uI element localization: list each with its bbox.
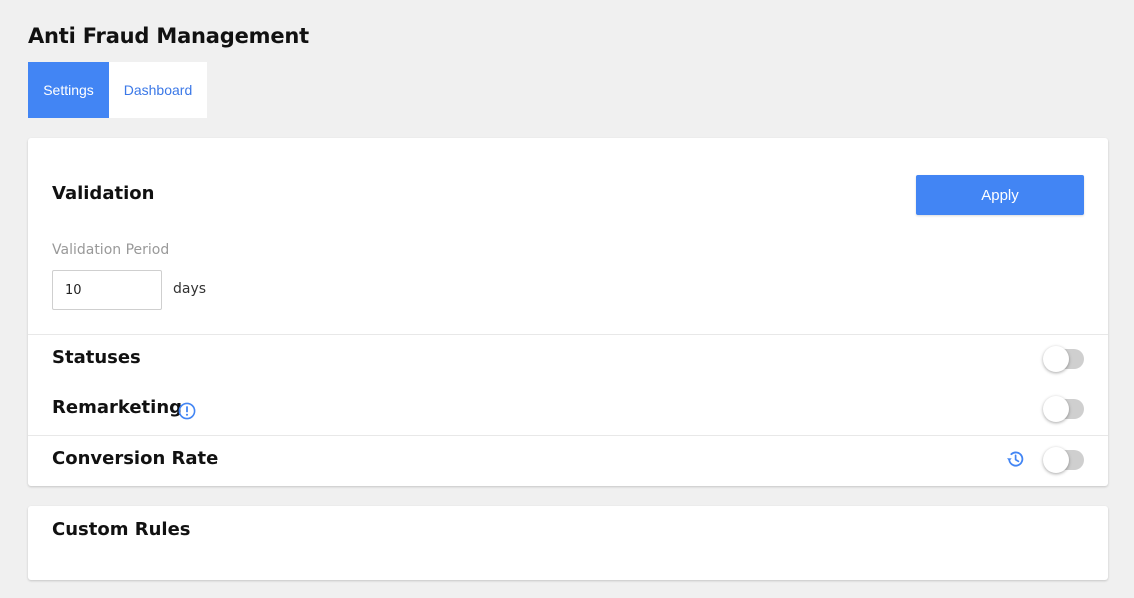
conversion-rate-label: Conversion Rate: [52, 448, 219, 469]
tab-settings[interactable]: Settings: [28, 62, 109, 118]
remarketing-toggle[interactable]: [1043, 395, 1085, 422]
history-icon[interactable]: [1005, 449, 1025, 469]
statuses-label: Statuses: [52, 347, 141, 368]
toggle-knob: [1043, 396, 1069, 422]
custom-rules-title: Custom Rules: [52, 519, 191, 540]
settings-card: Validation Apply Validation Period days …: [28, 138, 1108, 486]
statuses-toggle[interactable]: [1043, 345, 1085, 372]
toggle-knob: [1043, 346, 1069, 372]
validation-period-unit: days: [173, 281, 207, 297]
tab-bar: Settings Dashboard: [28, 62, 207, 118]
apply-button[interactable]: Apply: [916, 175, 1084, 215]
toggle-knob: [1043, 447, 1069, 473]
info-icon[interactable]: [178, 402, 196, 420]
tab-dashboard[interactable]: Dashboard: [109, 62, 207, 118]
validation-title: Validation: [52, 183, 155, 204]
custom-rules-card: Custom Rules: [28, 506, 1108, 580]
conversion-rate-toggle[interactable]: [1043, 446, 1085, 473]
remarketing-label: Remarketing: [52, 397, 183, 418]
divider: [28, 435, 1108, 436]
divider: [28, 334, 1108, 335]
validation-period-label: Validation Period: [52, 242, 170, 258]
page-title: Anti Fraud Management: [28, 24, 309, 48]
validation-period-input[interactable]: [52, 270, 162, 310]
